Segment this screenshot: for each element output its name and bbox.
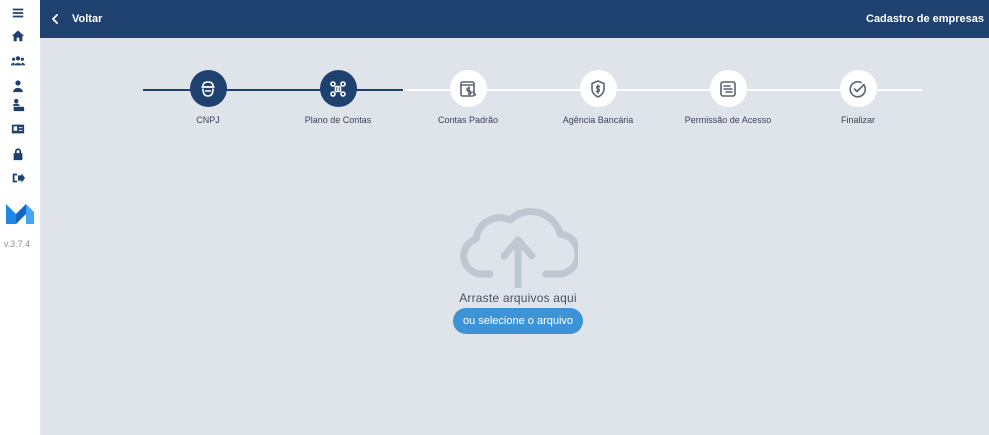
step-label: CNPJ (196, 115, 220, 125)
cloud-upload-icon[interactable] (458, 196, 578, 288)
step-contas-padrao[interactable]: Contas Padrão (408, 70, 528, 125)
step-label: Permissão de Acesso (684, 115, 772, 125)
step-cnpj[interactable]: CNPJ (148, 70, 268, 125)
step-agencia-bancaria[interactable]: Agência Bancária (538, 70, 658, 125)
money-document-icon (449, 70, 487, 107)
shield-dollar-icon (579, 70, 617, 107)
lock-icon[interactable] (10, 146, 26, 162)
step-plano-de-contas[interactable]: Plano de Contas (278, 70, 398, 125)
step-permissao-de-acesso[interactable]: Permissão de Acesso (668, 70, 788, 125)
list-document-icon (709, 70, 747, 107)
app-logo (6, 204, 34, 224)
building-icon (189, 70, 227, 107)
step-label: Agência Bancária (562, 115, 634, 125)
step-finalizar[interactable]: Finalizar (798, 70, 918, 125)
step-label: Contas Padrão (437, 115, 499, 125)
logout-icon[interactable] (10, 170, 26, 186)
check-circle-icon (839, 70, 877, 107)
network-icon (319, 70, 357, 107)
step-label: Plano de Contas (304, 115, 372, 125)
drop-zone-text: Arraste arquivos aqui (459, 291, 577, 305)
version-label: v.3.7.4 (3, 239, 31, 249)
select-file-button[interactable]: ou selecione o arquivo (453, 308, 583, 334)
step-label: Finalizar (840, 115, 875, 125)
stepper: CNPJ Plano de Contas Contas Padrão Agênc… (0, 0, 989, 140)
